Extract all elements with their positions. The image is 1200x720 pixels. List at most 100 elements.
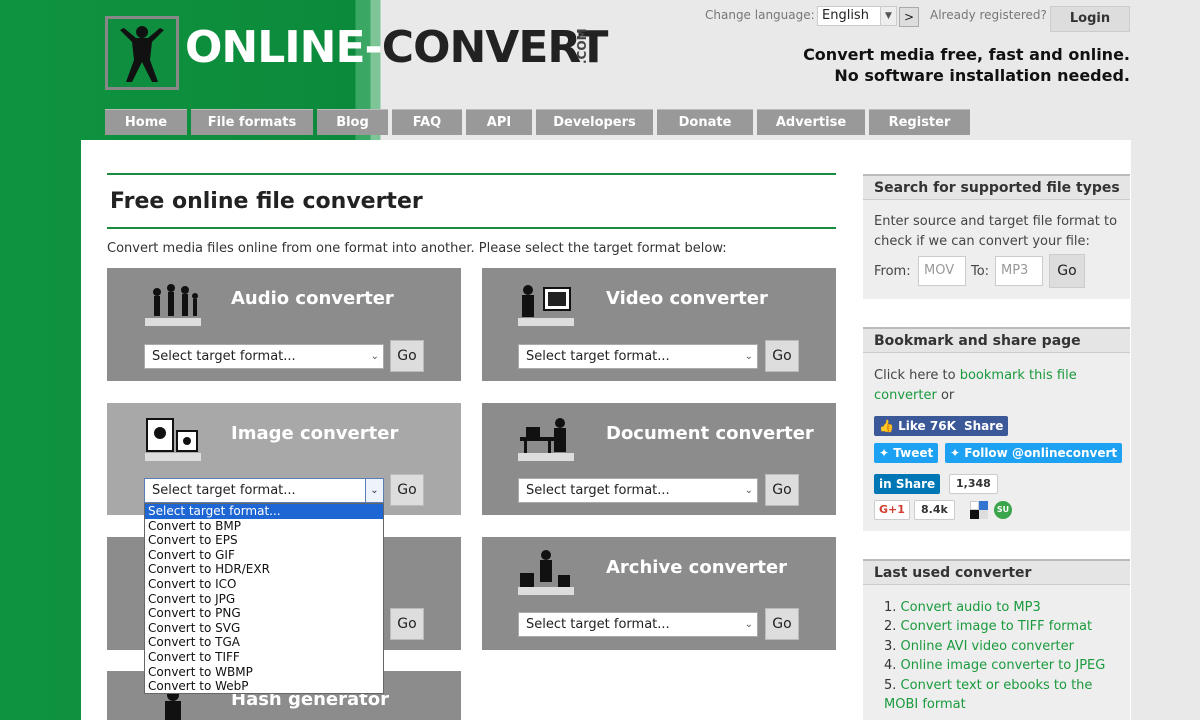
audio-converter-box: Audio converter Select target format... …	[107, 268, 461, 381]
last-used-link[interactable]: Online image converter to JPEG	[901, 658, 1106, 673]
bookmark-text: Click here to bookmark this file convert…	[874, 366, 1124, 405]
already-registered-text: Already registered?	[930, 8, 1047, 22]
chevron-down-icon: ⌄	[370, 351, 379, 362]
facebook-like-label: Like 76K	[898, 419, 956, 433]
last-used-list: 1. Convert audio to MP3 2. Convert image…	[884, 598, 1114, 714]
document-desk-icon	[518, 418, 574, 461]
list-item[interactable]: 5. Convert text or ebooks to the MOBI fo…	[884, 676, 1114, 715]
video-camera-icon	[518, 285, 574, 326]
page-title: Free online file converter	[110, 189, 423, 214]
select-placeholder: Select target format...	[526, 617, 670, 632]
list-number: 5.	[884, 677, 897, 693]
chevron-down-icon: ▼	[880, 7, 896, 25]
stumbleupon-icon[interactable]: SU	[994, 501, 1012, 519]
nav-donate[interactable]: Donate	[657, 109, 753, 135]
nav-home[interactable]: Home	[105, 109, 187, 135]
nav-api[interactable]: API	[466, 109, 532, 135]
chevron-down-icon: ⌄	[744, 619, 753, 630]
language-select[interactable]: English ▼	[817, 6, 897, 26]
document-format-select[interactable]: Select target format... ⌄	[518, 478, 758, 503]
tagline: Convert media free, fast and online. No …	[803, 44, 1130, 86]
dropdown-option[interactable]: Convert to TGA	[145, 635, 383, 650]
video-converter-title: Video converter	[606, 288, 768, 309]
site-logo[interactable]: ONLINE-CONVERT .COM	[105, 16, 608, 92]
page-title-box: Free online file converter	[107, 173, 836, 229]
linkedin-share-button[interactable]: in Share	[874, 474, 941, 494]
google-plus-count: 8.4k	[914, 500, 955, 520]
video-go-button[interactable]: Go	[765, 340, 799, 372]
last-used-link[interactable]: Convert image to TIFF format	[901, 619, 1093, 634]
list-item[interactable]: 2. Convert image to TIFF format	[884, 617, 1114, 636]
dropdown-option[interactable]: Convert to TIFF	[145, 650, 383, 665]
list-number: 3.	[884, 638, 897, 654]
dropdown-option[interactable]: Convert to EPS	[145, 533, 383, 548]
tweet-button[interactable]: ✦ Tweet	[874, 443, 939, 463]
tweet-label: Tweet	[893, 446, 934, 460]
select-placeholder: Select target format...	[152, 349, 296, 364]
dropdown-option[interactable]: Convert to HDR/EXR	[145, 562, 383, 577]
dropdown-option[interactable]: Convert to PNG	[145, 606, 383, 621]
document-go-button[interactable]: Go	[765, 474, 799, 506]
linkedin-share-count: 1,348	[949, 474, 998, 494]
list-item[interactable]: 3. Online AVI video converter	[884, 637, 1114, 656]
audio-people-icon	[145, 284, 201, 326]
audio-format-select[interactable]: Select target format... ⌄	[144, 344, 384, 369]
facebook-like-button[interactable]: 👍 Like 76K	[874, 416, 961, 436]
list-item[interactable]: 4. Online image converter to JPEG	[884, 656, 1114, 675]
to-format-input[interactable]: MP3	[995, 256, 1043, 286]
search-filetypes-box: Search for supported file types Enter so…	[863, 174, 1130, 299]
nav-advertise[interactable]: Advertise	[757, 109, 865, 135]
google-plus-button[interactable]: G+1	[874, 500, 910, 520]
last-used-link[interactable]: Convert text or ebooks to the MOBI forma…	[884, 678, 1092, 712]
dropdown-option[interactable]: Convert to WebP	[145, 679, 383, 694]
twitter-bird-icon: ✦	[879, 446, 890, 460]
nav-blog[interactable]: Blog	[317, 109, 388, 135]
video-converter-box: Video converter Select target format... …	[482, 268, 836, 381]
image-format-select[interactable]: Select target format... ⌄	[144, 478, 384, 503]
archive-format-select[interactable]: Select target format... ⌄	[518, 612, 758, 637]
delicious-icon[interactable]	[970, 501, 988, 519]
dropdown-option[interactable]: Convert to JPG	[145, 592, 383, 607]
chevron-down-icon: ⌄	[744, 485, 753, 496]
chevron-down-icon: ⌄	[365, 479, 383, 502]
nav-file-formats[interactable]: File formats	[191, 109, 313, 135]
search-filetypes-title: Search for supported file types	[863, 174, 1130, 200]
dropdown-option[interactable]: Convert to WBMP	[145, 665, 383, 680]
language-go-button[interactable]: >	[899, 7, 919, 27]
change-language-label: Change language:	[705, 8, 815, 22]
last-used-link[interactable]: Online AVI video converter	[901, 639, 1074, 654]
to-label: To:	[971, 264, 990, 279]
list-item[interactable]: 1. Convert audio to MP3	[884, 598, 1114, 617]
image-go-button[interactable]: Go	[390, 474, 424, 506]
twitter-bird-icon: ✦	[950, 446, 961, 460]
bookmark-share-title: Bookmark and share page	[863, 327, 1130, 353]
facebook-share-button[interactable]: Share	[959, 416, 1009, 436]
language-value: English	[822, 8, 869, 23]
bookmark-text-prefix: Click here to	[874, 368, 960, 383]
archive-go-button[interactable]: Go	[765, 608, 799, 640]
ebook-go-button[interactable]: Go	[390, 608, 424, 640]
login-button[interactable]: Login	[1050, 6, 1130, 32]
dropdown-option[interactable]: Convert to ICO	[145, 577, 383, 592]
dropdown-option[interactable]: Convert to BMP	[145, 519, 383, 534]
image-converter-box: Image converter Select target format... …	[107, 403, 461, 515]
search-go-button[interactable]: Go	[1049, 254, 1085, 288]
audio-go-button[interactable]: Go	[390, 340, 424, 372]
search-filetypes-text: Enter source and target file format to c…	[874, 214, 1118, 249]
dropdown-option[interactable]: Convert to GIF	[145, 548, 383, 563]
dropdown-option[interactable]: Convert to SVG	[145, 621, 383, 636]
nav-faq[interactable]: FAQ	[392, 109, 462, 135]
nav-register[interactable]: Register	[869, 109, 970, 135]
logo-wordmark: ONLINE-CONVERT	[185, 22, 608, 73]
list-number: 4.	[884, 658, 897, 674]
linkedin-share-label: Share	[895, 477, 936, 491]
bookmark-share-box: Bookmark and share page Click here to bo…	[863, 327, 1130, 531]
from-label: From:	[874, 264, 911, 279]
image-converter-title: Image converter	[231, 423, 399, 444]
video-format-select[interactable]: Select target format... ⌄	[518, 344, 758, 369]
twitter-follow-button[interactable]: ✦ Follow @onlineconvert	[945, 443, 1123, 463]
from-format-input[interactable]: MOV	[918, 256, 966, 286]
dropdown-option[interactable]: Select target format...	[145, 504, 383, 519]
last-used-link[interactable]: Convert audio to MP3	[901, 600, 1041, 615]
nav-developers[interactable]: Developers	[536, 109, 653, 135]
